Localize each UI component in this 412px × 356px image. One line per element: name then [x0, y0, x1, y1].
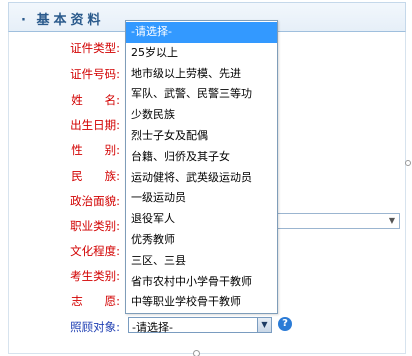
bullet-icon: ·	[21, 13, 26, 28]
dropdown-option[interactable]: 少数民族	[126, 105, 277, 126]
dropdown-option[interactable]: 烈士子女及配偶	[126, 126, 277, 147]
dropdown-option[interactable]: 中等职业学校骨干教师	[126, 292, 277, 313]
dropdown-option[interactable]: 运动健将、武英级运动员	[126, 168, 277, 189]
dropdown-option[interactable]: 退役军人	[126, 209, 277, 230]
dropdown-option[interactable]: 一级运动员	[126, 188, 277, 209]
label-candidate-type: 考生类别:	[70, 269, 120, 283]
dropdown-option[interactable]: -请选择-	[126, 22, 277, 43]
label-gender: 性 别:	[71, 143, 120, 157]
occupation-select[interactable]: ▼	[276, 213, 400, 229]
label-preference: 志 愿:	[71, 294, 120, 308]
help-icon[interactable]: ?	[278, 317, 292, 331]
care-target-dropdown: -请选择- 25岁以上 地市级以上劳模、先进 军队、武警、民警三等功 少数民族 …	[125, 20, 278, 314]
resize-handle[interactable]	[405, 160, 411, 166]
label-ethnicity: 民 族:	[71, 169, 120, 183]
dropdown-option[interactable]: 省市农村中小学骨干教师	[126, 272, 277, 293]
label-care-target: 照顾对象:	[70, 320, 120, 334]
care-target-value: -请选择-	[132, 321, 173, 334]
resize-handle[interactable]	[193, 350, 200, 356]
divider	[8, 353, 406, 354]
dropdown-option[interactable]: 台籍、归侨及其子女	[126, 147, 277, 168]
section-title: · 基本资料	[21, 9, 105, 28]
dropdown-option[interactable]: 军队、武警、民警三等功	[126, 84, 277, 105]
dropdown-option[interactable]: 优秀教师	[126, 230, 277, 251]
label-political-status: 政治面貌:	[70, 194, 120, 208]
label-education: 文化程度:	[70, 244, 120, 258]
label-name: 姓 名:	[71, 93, 120, 107]
care-target-select[interactable]: -请选择- ▼	[128, 317, 272, 334]
dropdown-option[interactable]: 25岁以上	[126, 43, 277, 64]
chevron-down-icon[interactable]: ▼	[257, 318, 271, 332]
label-occupation: 职业类别:	[70, 219, 120, 233]
dropdown-option[interactable]: 三区、三县	[126, 251, 277, 272]
label-id-type: 证件类型:	[70, 41, 120, 55]
form-page: · 基本资料 证件类型: 证件号码: 姓 名: 出生日期: 性 别: 民 族: …	[0, 0, 412, 356]
chevron-down-icon: ▼	[388, 216, 395, 225]
dropdown-option[interactable]: 地市级以上劳模、先进	[126, 64, 277, 85]
label-birth-date: 出生日期:	[70, 118, 120, 132]
section-title-text: 基本资料	[36, 13, 105, 28]
label-id-number: 证件号码:	[70, 67, 120, 81]
